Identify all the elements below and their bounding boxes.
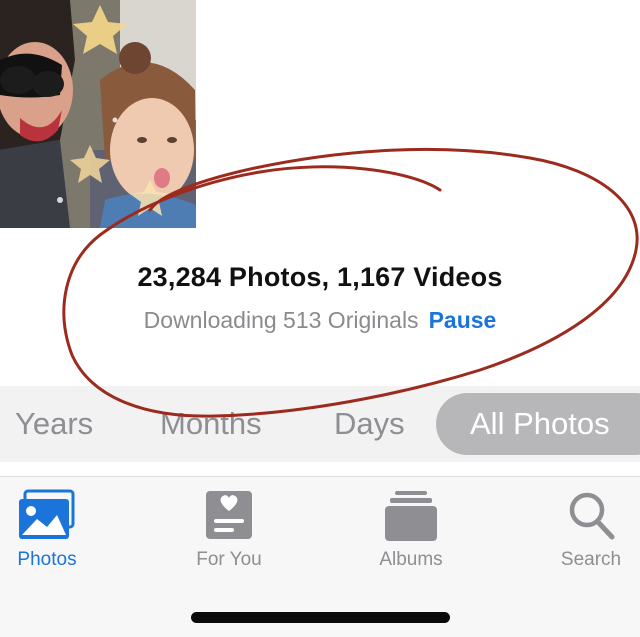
library-counts: 23,284 Photos, 1,167 Videos xyxy=(137,262,503,292)
search-icon xyxy=(569,492,615,540)
time-scale-control: Years Months Days All Photos xyxy=(0,386,640,462)
tab-search-label: Search xyxy=(560,549,622,570)
photo-image xyxy=(0,0,196,228)
for-you-icon xyxy=(206,491,252,539)
library-summary: 23,284 Photos, 1,167 Videos Downloading … xyxy=(0,262,640,334)
tab-albums[interactable]: Albums xyxy=(356,489,466,571)
tab-for-you[interactable]: For You xyxy=(174,489,284,571)
download-status: Downloading 513 Originals xyxy=(143,307,419,333)
photos-icon xyxy=(19,489,75,539)
tab-photos-label: Photos xyxy=(17,549,77,570)
download-status-line: Downloading 513 Originals Pause xyxy=(0,307,640,334)
tab-search[interactable]: Search xyxy=(536,489,640,571)
photos-library-screen: 23,284 Photos, 1,167 Videos Downloading … xyxy=(0,0,640,637)
pause-button[interactable]: Pause xyxy=(429,307,497,333)
photo-thumbnail[interactable] xyxy=(0,0,196,228)
segment-months[interactable]: Months xyxy=(160,386,262,462)
segment-years[interactable]: Years xyxy=(15,386,93,462)
segment-all-photos[interactable]: All Photos xyxy=(436,393,640,455)
tab-albums-label: Albums xyxy=(379,549,443,570)
segment-days[interactable]: Days xyxy=(334,386,405,462)
albums-icon xyxy=(385,491,437,541)
tab-for-you-label: For You xyxy=(196,549,262,570)
tab-photos[interactable]: Photos xyxy=(0,489,102,571)
home-indicator[interactable] xyxy=(191,612,450,623)
